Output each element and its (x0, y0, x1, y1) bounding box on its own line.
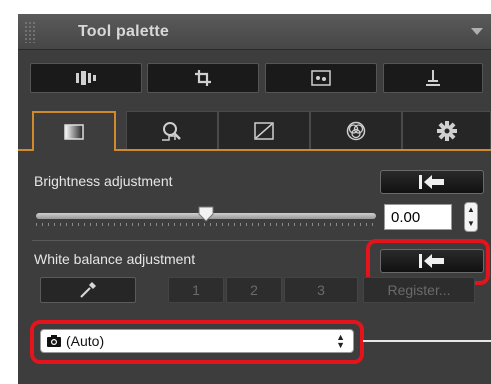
brightness-value-input[interactable]: 0.00 (384, 204, 452, 230)
dust-delete-icon (311, 70, 331, 86)
tab-detail[interactable] (126, 111, 218, 149)
dust-delete-button[interactable] (265, 63, 377, 93)
crop-icon (195, 70, 211, 86)
tone-curve-tab-icon (254, 121, 274, 140)
click-white-balance-button[interactable] (40, 277, 136, 303)
brightness-stepper[interactable]: ▲ ▼ (464, 202, 478, 232)
settings-tab-icon (436, 120, 457, 141)
stepper-down-icon[interactable]: ▼ (467, 220, 475, 228)
callout-line (363, 340, 491, 342)
stepper-up-icon[interactable]: ▲ (467, 206, 475, 214)
tab-basic-adjustment[interactable] (32, 111, 116, 151)
wb-preset-2-button[interactable]: 2 (226, 277, 282, 303)
color-tab-icon (346, 121, 366, 140)
drag-grip-icon[interactable] (24, 21, 36, 43)
basic-adjust-tab-icon (64, 124, 84, 140)
eyedropper-icon (80, 282, 96, 298)
wb-preset-3-button[interactable]: 3 (284, 277, 358, 303)
brightness-slider-thumb[interactable] (198, 206, 214, 222)
brightness-reset-button[interactable] (380, 170, 484, 194)
tab-color-adjustment[interactable] (310, 111, 402, 149)
palette-title: Tool palette (78, 23, 169, 40)
palette-tab-row (18, 111, 491, 151)
rgb-image-button[interactable] (30, 63, 142, 93)
palette-title-bar[interactable]: Tool palette (18, 15, 491, 50)
tool-palette-panel: Tool palette Brightness adjustment 0.00 … (18, 14, 491, 384)
white-balance-label: White balance adjustment (34, 251, 196, 267)
wb-register-button[interactable]: Register... (363, 277, 475, 303)
level-icon (426, 70, 440, 86)
rgb-image-icon (76, 71, 96, 85)
trim-crop-button[interactable] (147, 63, 259, 93)
brightness-label: Brightness adjustment (34, 173, 173, 189)
level-button[interactable] (383, 63, 483, 93)
reset-arrow-icon (419, 175, 444, 189)
detail-tab-icon (162, 121, 181, 141)
tab-tone-curve[interactable] (218, 111, 310, 149)
highlight-ring-select (30, 320, 364, 364)
brightness-slider-ticks (36, 223, 376, 226)
tab-settings[interactable] (402, 111, 491, 149)
wb-preset-1-button[interactable]: 1 (168, 277, 224, 303)
collapse-arrow-icon[interactable] (471, 28, 483, 35)
